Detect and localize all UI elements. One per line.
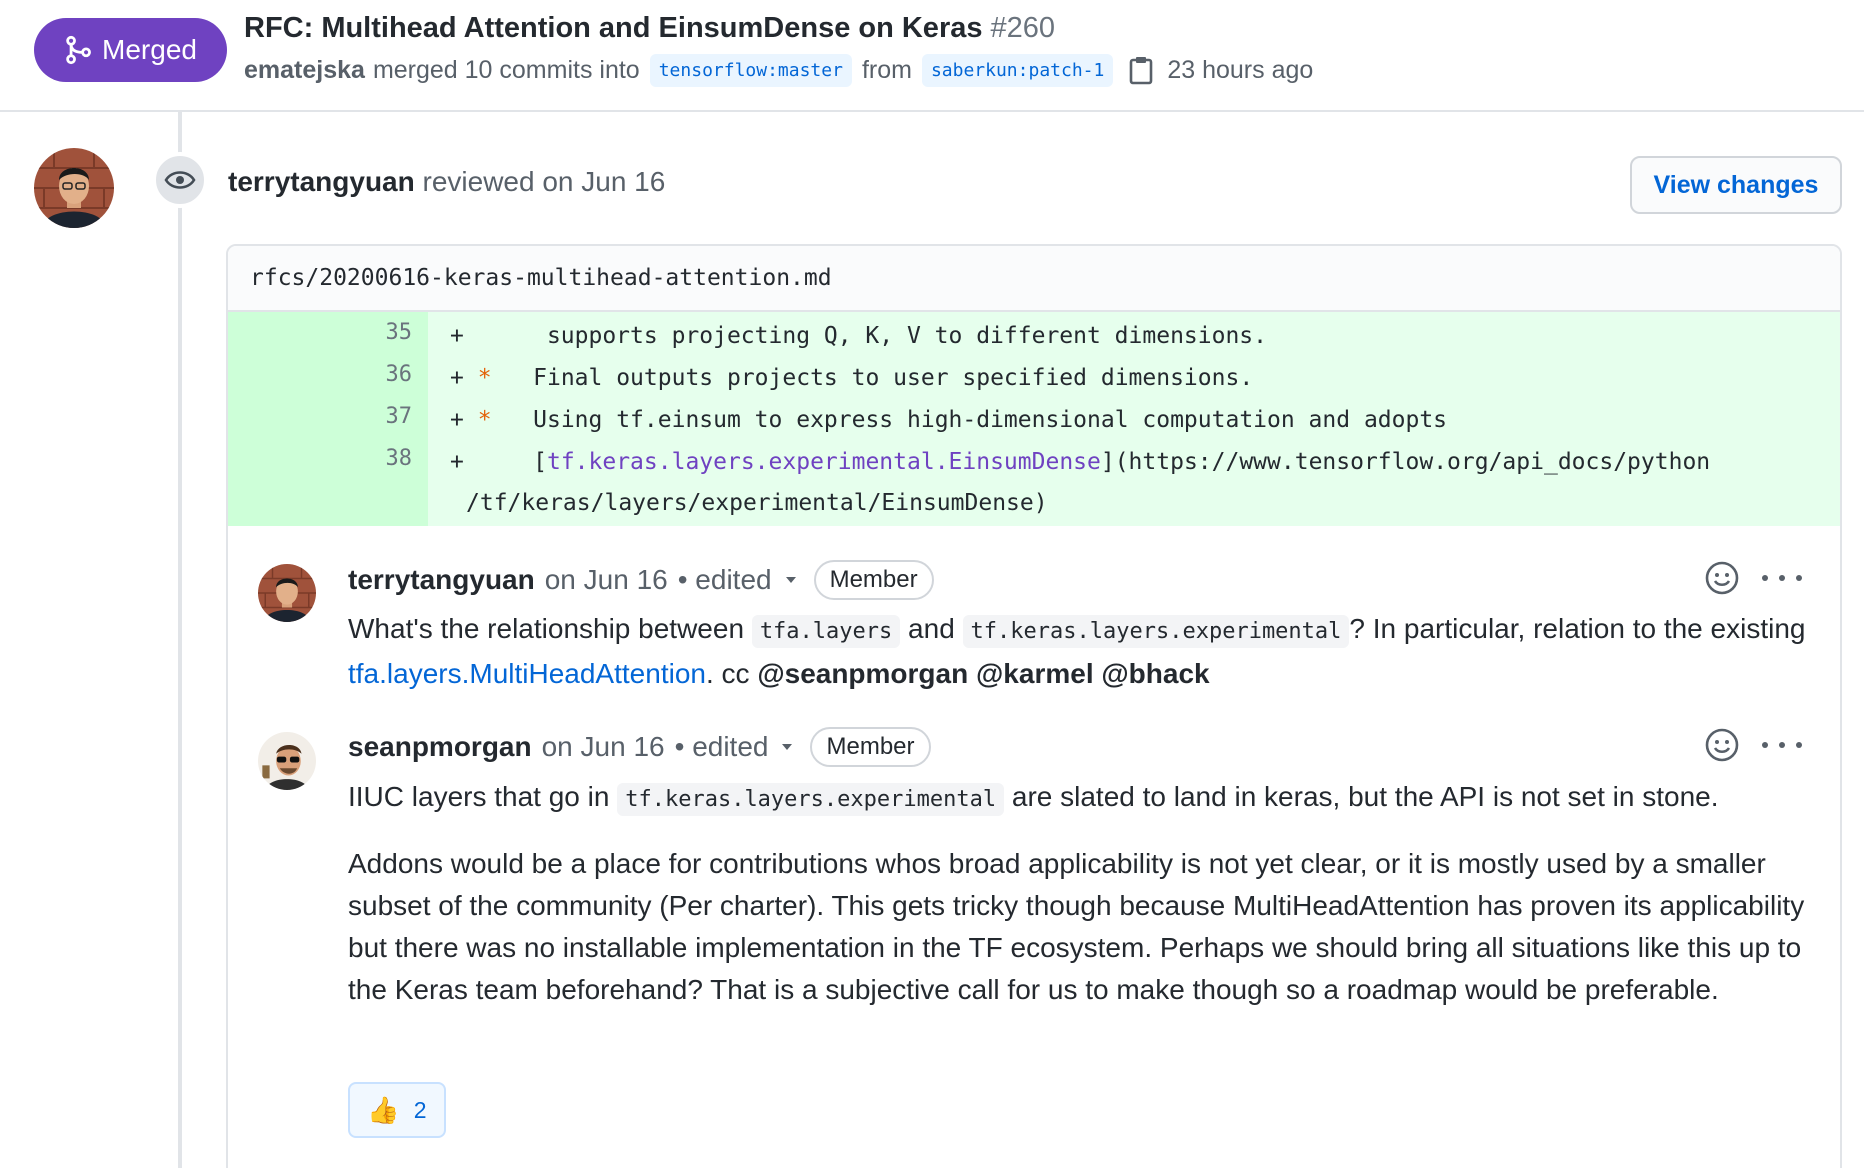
comment-author-link[interactable]: terrytangyuan xyxy=(348,564,535,596)
diff-hunk: 35 + supports projecting Q, K, V to diff… xyxy=(228,312,1840,526)
commenter-avatar-terrytangyuan[interactable] xyxy=(258,564,316,622)
head-branch-link[interactable]: saberkun:patch-1 xyxy=(921,53,1114,87)
add-reaction-icon[interactable] xyxy=(1704,560,1740,596)
diff-code-after: ](https://www.tensorflow.org/api_docs/py… xyxy=(1100,449,1711,475)
pr-title-text: RFC: Multihead Attention and EinsumDense… xyxy=(244,12,983,44)
timeline-line xyxy=(178,112,182,1168)
line-number[interactable]: 36 xyxy=(228,362,413,387)
git-merge-icon xyxy=(66,35,91,65)
comment-paragraph: IIUC layers that go in tf.keras.layers.e… xyxy=(348,776,1808,821)
comment-avatar[interactable] xyxy=(260,810,318,868)
comment-text: . cc xyxy=(705,658,758,689)
view-changes-button[interactable]: View changes xyxy=(1630,156,1842,214)
diff-prefix: + xyxy=(450,407,464,433)
comment-header: terrytangyuan on Jun 16 • edited Member xyxy=(348,560,934,600)
diff-file-header: rfcs/20200616-keras-multihead-attention.… xyxy=(228,246,1840,312)
diff-file-path[interactable]: rfcs/20200616-keras-multihead-attention.… xyxy=(250,265,832,291)
diff-code: supports projecting Q, K, V to different… xyxy=(491,323,1268,349)
inline-code: tf.keras.layers.experimental xyxy=(962,615,1350,648)
diff-line: 36 + * Final outputs projects to user sp… xyxy=(228,358,1840,400)
diff-line: 35 + supports projecting Q, K, V to diff… xyxy=(228,316,1840,358)
comment-edited-label[interactable]: • edited xyxy=(675,731,769,763)
base-branch-link[interactable]: tensorflow:master xyxy=(649,53,852,87)
diff-code-before: [ xyxy=(477,449,547,475)
review-eye-badge xyxy=(152,152,208,208)
diff-prefix: + xyxy=(450,365,464,391)
member-badge: Member xyxy=(813,560,934,600)
inline-code: tfa.layers xyxy=(751,615,901,648)
reaction-count: 2 xyxy=(413,1096,427,1123)
diff-bullet: * xyxy=(477,407,492,433)
comment-date[interactable]: on Jun 16 xyxy=(542,731,665,763)
diff-code: Final outputs projects to user specified… xyxy=(491,365,1254,391)
chevron-down-icon[interactable] xyxy=(782,744,793,750)
pr-meta: ematejska merged 10 commits into tensorf… xyxy=(244,52,1313,88)
user-mention[interactable]: @seanpmorgan xyxy=(757,658,968,689)
diff-code-wrapped: /tf/keras/layers/experimental/EinsumDens… xyxy=(466,490,1048,516)
user-mention[interactable]: @karmel xyxy=(976,658,1094,689)
merged-text: merged 10 commits into xyxy=(372,55,640,84)
eye-icon xyxy=(164,171,196,189)
comment-body: What's the relationship between tfa.laye… xyxy=(348,608,1808,695)
comment-text: What's the relationship between xyxy=(348,613,752,644)
merged-status-label: Merged xyxy=(102,34,197,65)
comment-link[interactable]: tfa.layers.MultiHeadAttention xyxy=(348,658,706,689)
user-mention[interactable]: @bhack xyxy=(1101,658,1209,689)
from-text: from xyxy=(861,55,912,84)
comment-text: and xyxy=(900,613,963,644)
thumbs-up-reaction-button[interactable]: 👍 2 xyxy=(348,1082,446,1138)
line-number[interactable]: 35 xyxy=(228,320,413,345)
diff-prefix: + xyxy=(450,323,464,349)
thumbs-up-icon: 👍 xyxy=(367,1094,400,1125)
review-action: reviewed on Jun 16 xyxy=(422,166,666,197)
review-thread-box: rfcs/20200616-keras-multihead-attention.… xyxy=(226,244,1842,1168)
inline-code: tf.keras.layers.experimental xyxy=(617,783,1005,816)
review-header: terrytangyuan reviewed on Jun 16 xyxy=(228,166,665,198)
add-reaction-icon[interactable] xyxy=(1704,727,1740,763)
comment-header: seanpmorgan on Jun 16 • edited Member xyxy=(348,727,931,767)
merged-by-link[interactable]: ematejska xyxy=(244,56,365,85)
pr-title: RFC: Multihead Attention and EinsumDense… xyxy=(244,12,1055,45)
comment-date[interactable]: on Jun 16 xyxy=(545,564,668,596)
pr-number: #260 xyxy=(990,12,1055,44)
reviewer-avatar[interactable] xyxy=(34,148,114,228)
comment-text: are slated to land in keras, but the API… xyxy=(1004,781,1719,812)
line-number[interactable]: 38 xyxy=(228,446,413,471)
line-number[interactable]: 37 xyxy=(228,404,413,429)
comment-author-link[interactable]: seanpmorgan xyxy=(348,731,532,763)
reviewer-name-link[interactable]: terrytangyuan xyxy=(228,166,415,197)
merged-status-badge: Merged xyxy=(34,18,227,82)
diff-line: 38 + [tf.keras.layers.experimental.Einsu… xyxy=(228,442,1840,484)
merged-time: 23 hours ago xyxy=(1167,55,1314,84)
comment-body: IIUC layers that go in tf.keras.layers.e… xyxy=(348,776,1808,1011)
diff-code-link: tf.keras.layers.experimental.EinsumDense xyxy=(546,449,1101,475)
more-options-icon[interactable] xyxy=(1762,572,1802,584)
member-badge: Member xyxy=(810,727,931,767)
diff-bullet: * xyxy=(477,365,492,391)
comment-text: ? In particular, relation to the existin… xyxy=(1349,613,1806,644)
chevron-down-icon[interactable] xyxy=(785,577,796,583)
pr-header: Merged RFC: Multihead Attention and Eins… xyxy=(0,0,1864,112)
more-options-icon[interactable] xyxy=(1762,739,1802,751)
diff-code: Using tf.einsum to express high-dimensio… xyxy=(491,407,1448,433)
comment-edited-label[interactable]: • edited xyxy=(678,564,772,596)
diff-prefix: + xyxy=(450,449,464,475)
copy-clipboard-icon[interactable] xyxy=(1129,55,1153,85)
comment-paragraph: Addons would be a place for contribution… xyxy=(348,848,1805,1005)
diff-line: 37 + * Using tf.einsum to express high-d… xyxy=(228,400,1840,442)
commenter-avatar-seanpmorgan[interactable] xyxy=(258,732,316,790)
comment-text: IIUC layers that go in xyxy=(348,781,618,812)
